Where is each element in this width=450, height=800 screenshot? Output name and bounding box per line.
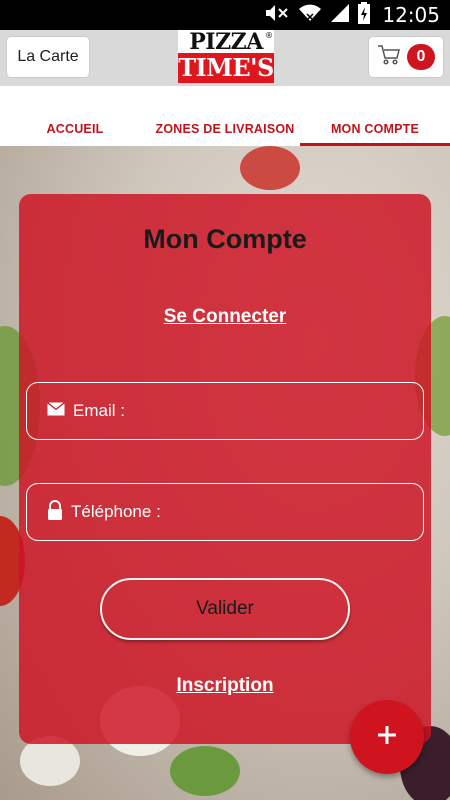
envelope-icon (47, 401, 65, 421)
valider-button[interactable]: Valider (100, 578, 350, 640)
pizza-times-logo[interactable]: PIZZA ® TIME'S (178, 30, 274, 84)
tab-accueil[interactable]: ACCUEIL (0, 122, 150, 142)
phone-field[interactable]: Téléphone : (26, 483, 424, 541)
signal-icon (330, 3, 350, 28)
logo-bottom-text: TIME'S (178, 53, 274, 83)
cart-count-badge: 0 (407, 44, 435, 70)
logo-top-text: PIZZA (178, 30, 274, 54)
plus-icon (376, 724, 398, 751)
menu-carte-button[interactable]: La Carte (6, 36, 90, 78)
lock-icon (47, 499, 63, 525)
inscription-link[interactable]: Inscription (19, 675, 431, 697)
bg-herbs-bottom (170, 746, 240, 796)
status-icons: 12:05 (264, 0, 440, 30)
cart-button[interactable]: 0 (368, 36, 444, 78)
tab-mon-compte[interactable]: MON COMPTE (300, 122, 450, 142)
se-connecter-link[interactable]: Se Connecter (19, 306, 431, 328)
logo-registered-mark: ® (265, 31, 273, 40)
fab-add-button[interactable] (350, 700, 424, 774)
email-label: Email : (73, 401, 125, 420)
account-card: Mon Compte Se Connecter Email : Téléphon… (19, 194, 431, 744)
tab-zones-de-livraison[interactable]: ZONES DE LIVRAISON (150, 122, 300, 142)
tab-bar: ACCUEIL ZONES DE LIVRAISON MON COMPTE (0, 86, 450, 146)
status-bar: 12:05 (0, 0, 450, 30)
cart-icon (377, 44, 401, 71)
email-field[interactable]: Email : (26, 382, 424, 440)
wifi-icon (298, 3, 322, 28)
phone-label: Téléphone : (71, 502, 161, 521)
page-title: Mon Compte (143, 224, 307, 254)
mute-icon (264, 3, 290, 28)
app-header: La Carte PIZZA ® TIME'S 0 (0, 30, 450, 86)
battery-charging-icon (358, 1, 371, 29)
status-time: 12:05 (382, 3, 440, 27)
bg-tomato-top (240, 146, 300, 190)
